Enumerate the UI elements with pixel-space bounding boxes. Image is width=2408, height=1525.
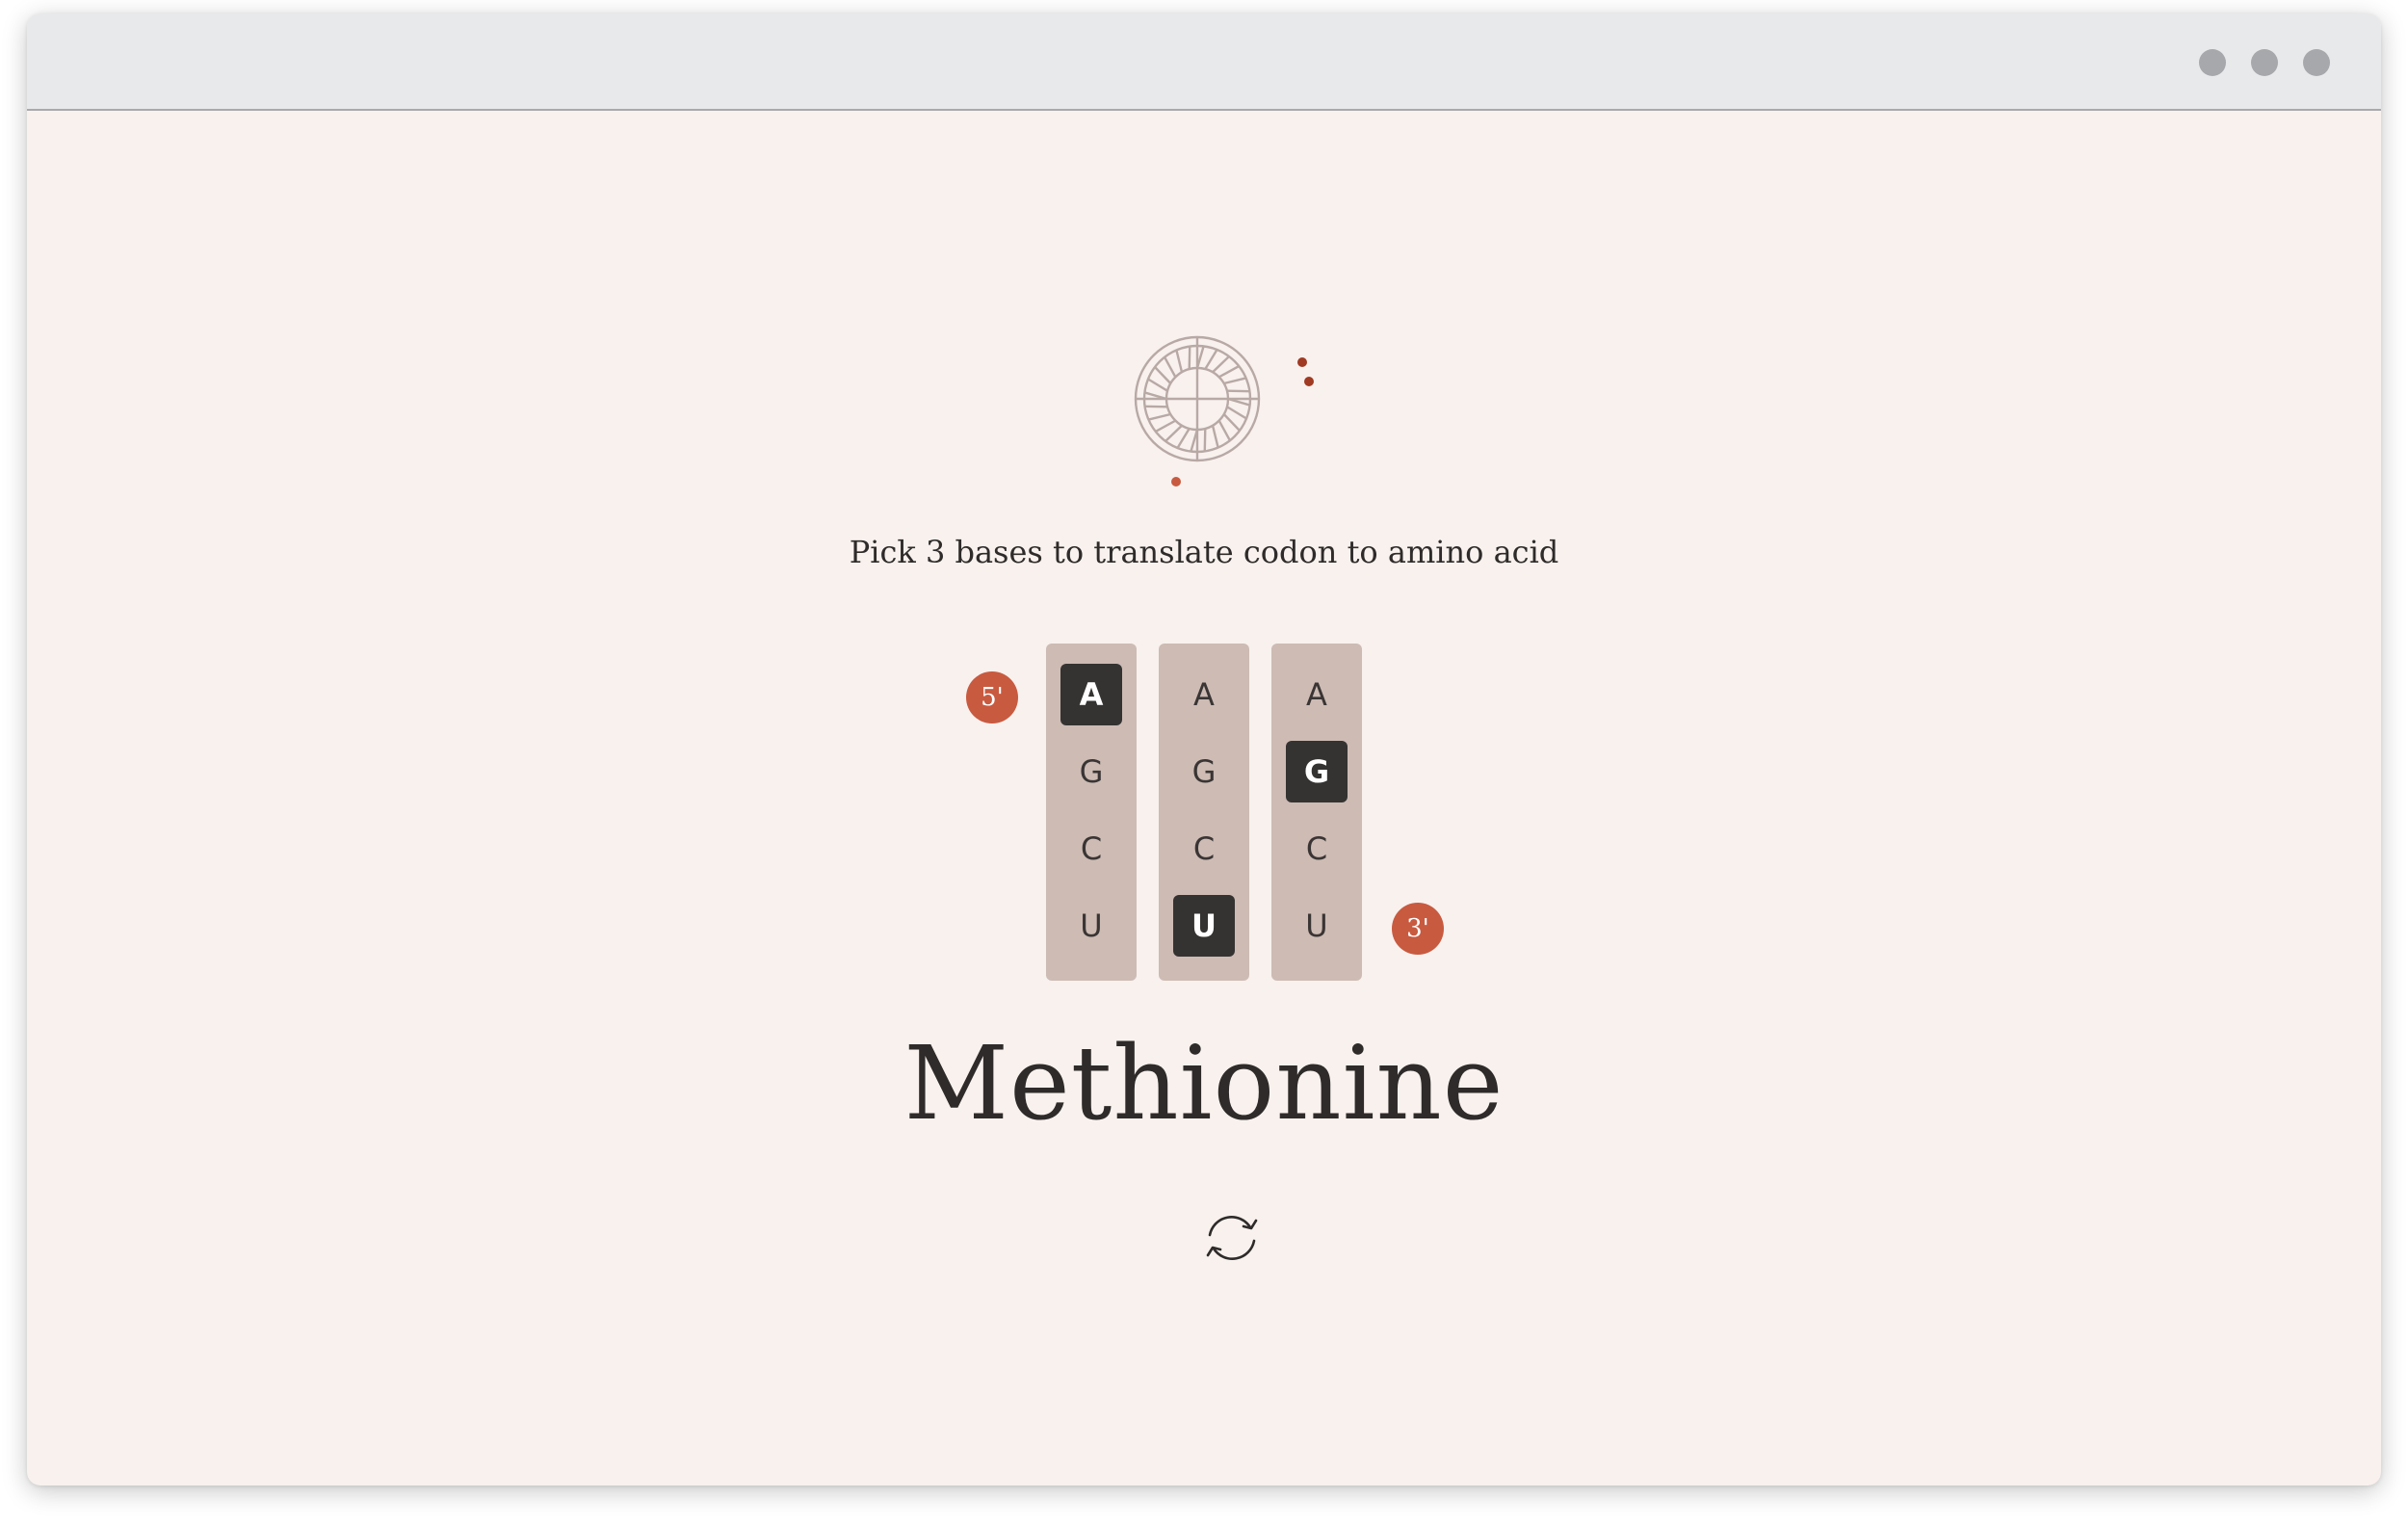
- main-content: Pick 3 bases to translate codon to amino…: [27, 111, 2381, 1486]
- window-control-dot[interactable]: [2303, 49, 2330, 76]
- base-option[interactable]: G: [1173, 741, 1235, 802]
- refresh-icon[interactable]: [1200, 1206, 1264, 1270]
- title-bar: [27, 13, 2381, 111]
- ribosome-wheel-icon: [1134, 335, 1314, 486]
- base-option[interactable]: U: [1060, 895, 1122, 957]
- codon-picker: A G C U A G C U A G C U: [1046, 644, 1364, 981]
- base-option[interactable]: A: [1286, 664, 1348, 725]
- base-option[interactable]: C: [1060, 818, 1122, 880]
- window-control-dot[interactable]: [2199, 49, 2226, 76]
- three-prime-badge: 3': [1392, 903, 1444, 955]
- app-window: Pick 3 bases to translate codon to amino…: [27, 13, 2381, 1486]
- base-option[interactable]: A: [1173, 664, 1235, 725]
- codon-column-3: A G C U: [1271, 644, 1362, 981]
- window-control-dot[interactable]: [2251, 49, 2278, 76]
- five-prime-badge: 5': [966, 671, 1018, 723]
- base-option[interactable]: C: [1286, 818, 1348, 880]
- base-option[interactable]: U: [1286, 895, 1348, 957]
- instruction-text: Pick 3 bases to translate codon to amino…: [849, 534, 1559, 570]
- base-option-selected[interactable]: A: [1060, 664, 1122, 725]
- codon-column-2: A G C U: [1159, 644, 1249, 981]
- amino-acid-result: Methionine: [903, 1024, 1505, 1143]
- base-option[interactable]: G: [1060, 741, 1122, 802]
- base-option-selected[interactable]: U: [1173, 895, 1235, 957]
- base-option[interactable]: C: [1173, 818, 1235, 880]
- codon-column-1: A G C U: [1046, 644, 1137, 981]
- base-option-selected[interactable]: G: [1286, 741, 1348, 802]
